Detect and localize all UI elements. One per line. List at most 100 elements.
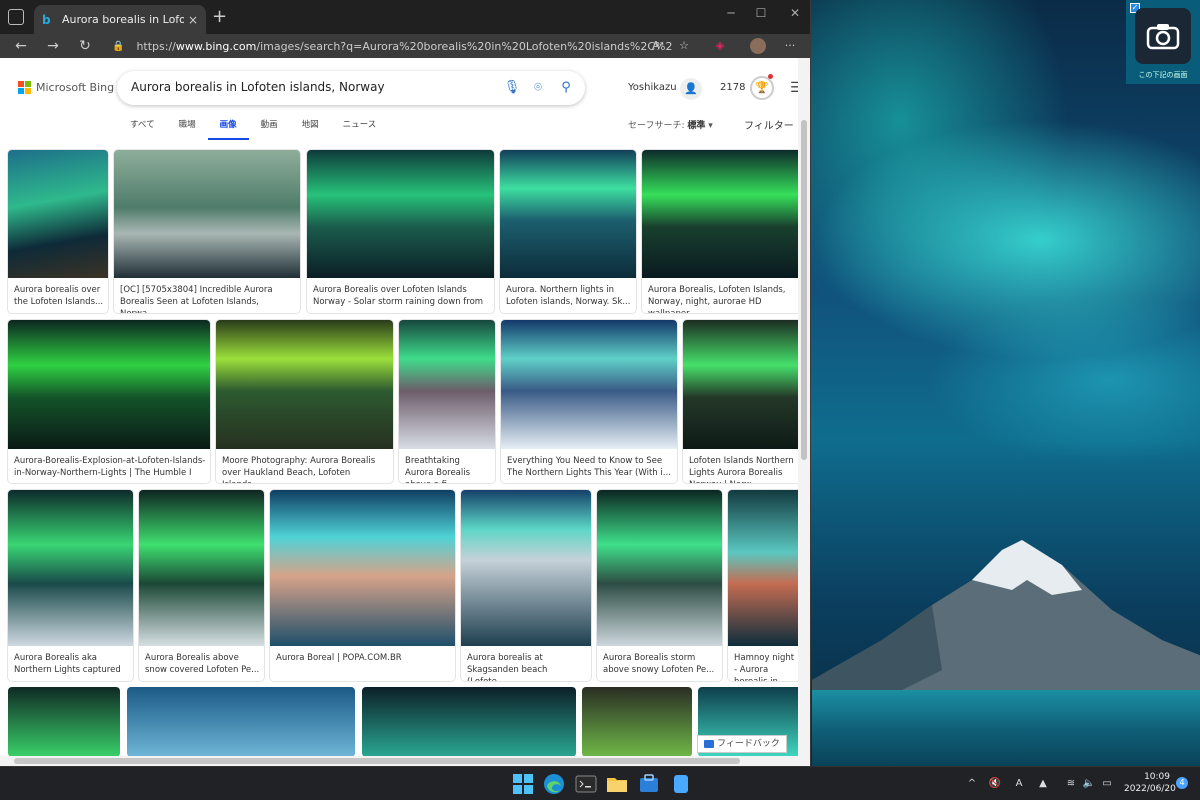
mute-icon[interactable]: 🔇 <box>988 777 1002 791</box>
camera-icon[interactable] <box>1135 8 1191 64</box>
result-caption: Everything You Need to Know to See The N… <box>507 456 671 478</box>
result-caption: Aurora Borealis aka Northern Lights capt… <box>14 653 121 681</box>
result-thumbnail <box>461 490 591 646</box>
scroll-thumb[interactable] <box>801 120 807 460</box>
minimize-icon[interactable]: ─ <box>716 6 746 20</box>
tab-actions-icon[interactable] <box>8 9 24 25</box>
result-caption: Aurora-Borealis-Explosion-at-Lofoten-Isl… <box>14 456 206 478</box>
bing-favicon-icon: b <box>42 12 51 27</box>
result-thumbnail <box>8 150 108 278</box>
ime-icon[interactable]: A <box>1012 777 1026 791</box>
image-result[interactable] <box>127 687 355 757</box>
clock[interactable]: 10:09 2022/06/20 <box>1124 771 1176 795</box>
app-icon[interactable] <box>670 773 692 795</box>
scope-tabs: すべて 職場 画像 動画 地図 ニュース <box>118 116 388 140</box>
store-icon[interactable] <box>638 773 660 795</box>
result-caption: Moore Photography: Aurora Borealis over … <box>222 456 376 483</box>
search-icon[interactable]: ⚲ <box>557 79 575 97</box>
refresh-icon[interactable]: ↻ <box>74 36 96 56</box>
tab-title: Aurora borealis in Lofoten islands <box>62 13 184 26</box>
image-result[interactable]: Aurora-Borealis-Explosion-at-Lofoten-Isl… <box>8 320 210 483</box>
wifi-icon[interactable]: ≋ <box>1064 777 1078 791</box>
new-tab-button[interactable]: + <box>212 7 227 27</box>
rewards-trophy-icon[interactable]: 🏆 <box>750 76 774 100</box>
image-result[interactable]: Aurora Borealis above snow covered Lofot… <box>139 490 264 681</box>
result-thumbnail <box>139 490 264 646</box>
image-result[interactable]: Lofoten Islands Northern Lights Aurora B… <box>683 320 802 483</box>
user-avatar-icon[interactable]: 👤 <box>680 78 702 100</box>
image-result[interactable] <box>362 687 576 757</box>
feedback-button[interactable]: フィードバック <box>697 735 787 753</box>
image-result[interactable]: Aurora Borealis storm above snowy Lofote… <box>597 490 722 681</box>
tab-work[interactable]: 職場 <box>167 116 208 140</box>
image-result[interactable]: Aurora Borealis aka Northern Lights capt… <box>8 490 133 681</box>
image-result[interactable]: [OC] [5705x3804] Incredible Aurora Borea… <box>114 150 300 313</box>
tab-close-icon[interactable]: × <box>188 13 198 27</box>
hscroll-thumb[interactable] <box>14 758 740 764</box>
address-bar[interactable]: 🔒 https://www.bing.com/images/search?q=A… <box>112 35 672 57</box>
forward-icon[interactable]: → <box>42 36 64 56</box>
maximize-icon[interactable]: ☐ <box>746 6 776 20</box>
result-caption: Hamnoy night - Aurora borealis in Hamnoy <box>734 653 795 681</box>
settings-more-icon[interactable]: ··· <box>780 36 800 56</box>
vertical-scrollbar[interactable] <box>798 58 810 766</box>
feedback-icon <box>704 740 714 748</box>
microsoft-logo-icon <box>18 81 31 94</box>
image-result[interactable]: Moore Photography: Aurora Borealis over … <box>216 320 393 483</box>
image-result[interactable]: Aurora borealis over the Lofoten Islands… <box>8 150 108 313</box>
chevron-up-icon[interactable]: ^ <box>966 777 978 791</box>
image-result[interactable]: Aurora borealis at Skagsanden beach (Lof… <box>461 490 591 681</box>
safe-search-dropdown[interactable]: セーフサーチ: 標準 ▾ <box>628 118 713 131</box>
rewards-points[interactable]: 2178 <box>720 82 745 93</box>
close-window-icon[interactable]: ✕ <box>780 6 810 20</box>
result-thumbnail <box>114 150 300 278</box>
result-thumbnail <box>216 320 393 449</box>
result-thumbnail <box>683 320 802 449</box>
start-windows-icon[interactable] <box>512 773 534 795</box>
adobe-icon[interactable]: ▲ <box>1036 777 1050 791</box>
wallpaper-lake <box>812 690 1200 770</box>
image-result[interactable] <box>582 687 692 757</box>
safe-search-label: セーフサーチ: <box>628 121 685 131</box>
horizontal-scrollbar[interactable] <box>0 756 798 766</box>
result-caption: [OC] [5705x3804] Incredible Aurora Borea… <box>120 285 273 313</box>
back-icon[interactable]: ← <box>10 36 32 56</box>
volume-icon[interactable]: 🔈 <box>1082 777 1096 791</box>
image-result[interactable] <box>8 687 120 757</box>
search-input[interactable]: Aurora borealis in Lofoten islands, Norw… <box>117 71 585 105</box>
microphone-icon[interactable]: 🎙 <box>503 79 521 97</box>
image-result[interactable]: Aurora Borealis, Lofoten Islands, Norway… <box>642 150 802 313</box>
tab-all[interactable]: すべて <box>118 116 167 140</box>
result-caption: Aurora Borealis, Lofoten Islands, Norway… <box>648 285 786 313</box>
notification-badge[interactable]: 4 <box>1176 777 1188 789</box>
filter-button[interactable]: フィルター ⌄ <box>744 117 805 132</box>
result-thumbnail <box>642 150 802 278</box>
read-aloud-icon[interactable]: Aᵃ <box>648 36 668 56</box>
bing-logo[interactable]: Microsoft Bing <box>18 81 114 94</box>
tab-images[interactable]: 画像 <box>207 116 249 140</box>
terminal-icon[interactable] <box>575 773 597 795</box>
favorite-icon[interactable]: ☆ <box>674 36 694 56</box>
result-caption: Aurora Borealis above snow covered Lofot… <box>145 653 260 675</box>
tab-news[interactable]: ニュース <box>331 116 389 140</box>
edge-browser-icon[interactable] <box>543 773 565 795</box>
safe-search-value: 標準 <box>687 121 706 131</box>
image-result[interactable]: Hamnoy night - Aurora borealis in Hamnoy <box>728 490 802 681</box>
visual-search-icon[interactable]: ⌾ <box>529 79 547 97</box>
image-result[interactable]: Aurora Boreal | POPA.COM.BR <box>270 490 455 681</box>
clock-date: 2022/06/20 <box>1124 784 1176 794</box>
image-result[interactable]: Aurora. Northern lights in Lofoten islan… <box>500 150 636 313</box>
image-result[interactable]: Everything You Need to Know to See The N… <box>501 320 677 483</box>
tab-maps[interactable]: 地図 <box>290 116 331 140</box>
battery-icon[interactable]: ▭ <box>1100 777 1114 791</box>
tab-videos[interactable]: 動画 <box>249 116 290 140</box>
feedback-label: フィードバック <box>717 739 780 749</box>
tab-bing-search[interactable]: b Aurora borealis in Lofoten islands × <box>34 5 206 34</box>
image-result[interactable]: Aurora Borealis over Lofoten Islands Nor… <box>307 150 494 313</box>
image-result[interactable]: Breathtaking Aurora Borealis above a fi.… <box>399 320 495 483</box>
file-explorer-icon[interactable] <box>606 773 628 795</box>
user-name[interactable]: Yoshikazu <box>628 82 677 93</box>
title-bar: b Aurora borealis in Lofoten islands × +… <box>0 0 810 34</box>
pocket-icon[interactable]: ◈ <box>710 36 730 56</box>
result-caption: Aurora borealis at Skagsanden beach (Lof… <box>467 653 548 681</box>
